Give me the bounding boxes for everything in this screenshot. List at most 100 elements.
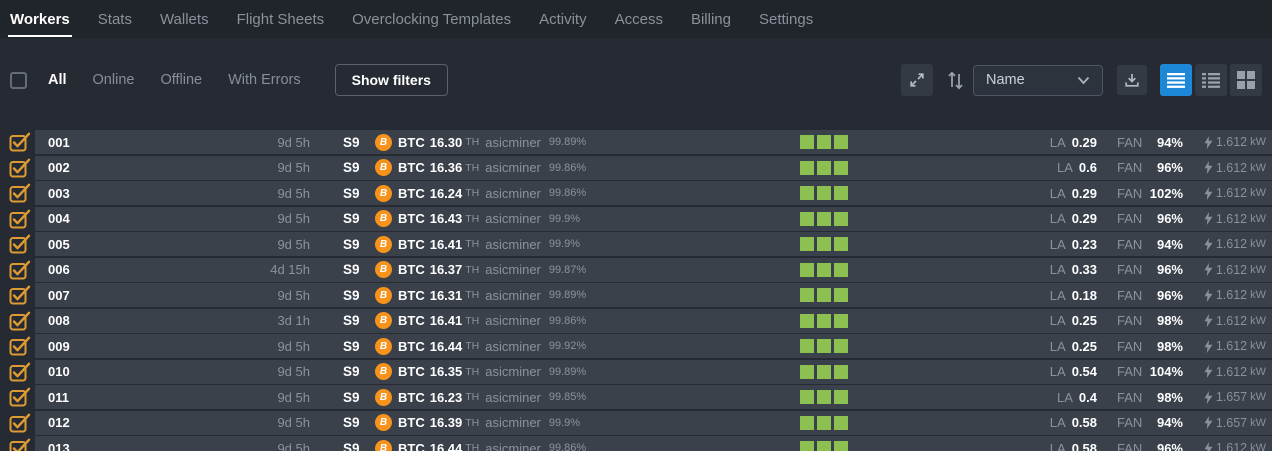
table-row[interactable]: 005 9d 5h S9 B BTC 16.41 TH asicminer 99… xyxy=(0,232,1272,256)
load-average-cell: LA0.25 xyxy=(1050,313,1097,328)
worker-row-main[interactable]: 003 9d 5h S9 B BTC 16.24 TH asicminer 99… xyxy=(35,181,1272,205)
btc-coin-icon: B xyxy=(375,414,392,431)
sort-by-dropdown[interactable]: Name xyxy=(973,65,1103,96)
table-row[interactable]: 011 9d 5h S9 B BTC 16.23 TH asicminer 99… xyxy=(0,385,1272,409)
lightning-icon xyxy=(1204,365,1216,378)
nav-item-billing[interactable]: Billing xyxy=(691,0,731,38)
status-square-green xyxy=(800,390,814,404)
view-grid-button[interactable] xyxy=(1230,64,1262,96)
filter-tab-online[interactable]: Online xyxy=(93,72,135,88)
view-list-button[interactable] xyxy=(1160,64,1192,96)
filter-tab-with-errors[interactable]: With Errors xyxy=(228,72,301,88)
fan-cell: FAN98% xyxy=(1117,313,1183,328)
table-row[interactable]: 007 9d 5h S9 B BTC 16.31 TH asicminer 99… xyxy=(0,283,1272,307)
load-average-cell: LA0.18 xyxy=(1050,288,1097,303)
table-row[interactable]: 006 4d 15h S9 B BTC 16.37 TH asicminer 9… xyxy=(0,258,1272,282)
la-value: 0.33 xyxy=(1072,262,1097,277)
worker-uptime: 4d 15h xyxy=(148,262,310,277)
la-label: LA xyxy=(1050,313,1066,328)
load-average-cell: LA0.58 xyxy=(1050,441,1097,451)
worker-row-main[interactable]: 006 4d 15h S9 B BTC 16.37 TH asicminer 9… xyxy=(35,258,1272,282)
nav-item-workers[interactable]: Workers xyxy=(10,0,70,38)
worker-row-main[interactable]: 004 9d 5h S9 B BTC 16.43 TH asicminer 99… xyxy=(35,207,1272,231)
hashrate-unit: TH xyxy=(465,162,479,174)
lightning-icon xyxy=(1204,161,1216,174)
nav-item-settings[interactable]: Settings xyxy=(759,0,813,38)
nav-item-flight-sheets[interactable]: Flight Sheets xyxy=(237,0,325,38)
hashrate-unit: TH xyxy=(465,391,479,403)
status-square-green xyxy=(817,288,831,302)
grid-view-icon xyxy=(1237,71,1255,89)
checked-checkbox-icon xyxy=(9,413,31,433)
filter-tab-all[interactable]: All xyxy=(48,72,67,88)
table-row[interactable]: 008 3d 1h S9 B BTC 16.41 TH asicminer 99… xyxy=(0,309,1272,333)
status-square-green xyxy=(817,237,831,251)
show-filters-button[interactable]: Show filters xyxy=(335,64,448,96)
view-table-button[interactable] xyxy=(1195,64,1227,96)
table-row[interactable]: 002 9d 5h S9 B BTC 16.36 TH asicminer 99… xyxy=(0,156,1272,180)
accepted-shares-percent: 99.9% xyxy=(549,213,580,225)
expand-button[interactable] xyxy=(901,64,933,96)
status-square-green xyxy=(800,263,814,277)
expand-icon xyxy=(909,72,925,88)
worker-row-main[interactable]: 009 9d 5h S9 B BTC 16.44 TH asicminer 99… xyxy=(35,334,1272,358)
row-checkbox[interactable] xyxy=(0,309,35,333)
la-label: LA xyxy=(1050,415,1066,430)
power-cell: 1.612 kW xyxy=(1204,161,1266,175)
table-row[interactable]: 013 9d 5h S9 B BTC 16.44 TH asicminer 99… xyxy=(0,436,1272,451)
row-checkbox[interactable] xyxy=(0,360,35,384)
power-unit: kW xyxy=(1250,187,1266,199)
table-row[interactable]: 010 9d 5h S9 B BTC 16.35 TH asicminer 99… xyxy=(0,360,1272,384)
download-button[interactable] xyxy=(1117,65,1147,95)
row-checkbox[interactable] xyxy=(0,258,35,282)
row-checkbox[interactable] xyxy=(0,181,35,205)
table-row[interactable]: 001 9d 5h S9 B BTC 16.30 TH asicminer 99… xyxy=(0,130,1272,154)
worker-row-main[interactable]: 002 9d 5h S9 B BTC 16.36 TH asicminer 99… xyxy=(35,156,1272,180)
worker-name: 004 xyxy=(48,211,148,226)
worker-row-main[interactable]: 005 9d 5h S9 B BTC 16.41 TH asicminer 99… xyxy=(35,232,1272,256)
worker-uptime: 9d 5h xyxy=(148,237,310,252)
status-square-green xyxy=(800,212,814,226)
row-checkbox[interactable] xyxy=(0,385,35,409)
nav-item-access[interactable]: Access xyxy=(615,0,663,38)
row-checkbox[interactable] xyxy=(0,334,35,358)
worker-uptime: 9d 5h xyxy=(148,415,310,430)
status-square-green xyxy=(834,186,848,200)
nav-item-stats[interactable]: Stats xyxy=(98,0,132,38)
row-checkbox[interactable] xyxy=(0,130,35,154)
worker-row-main[interactable]: 010 9d 5h S9 B BTC 16.35 TH asicminer 99… xyxy=(35,360,1272,384)
row-checkbox[interactable] xyxy=(0,436,35,451)
table-row[interactable]: 009 9d 5h S9 B BTC 16.44 TH asicminer 99… xyxy=(0,334,1272,358)
row-checkbox[interactable] xyxy=(0,207,35,231)
nav-item-wallets[interactable]: Wallets xyxy=(160,0,209,38)
nav-item-overclocking-templates[interactable]: Overclocking Templates xyxy=(352,0,511,38)
fan-label: FAN xyxy=(1117,313,1142,328)
worker-row-main[interactable]: 007 9d 5h S9 B BTC 16.31 TH asicminer 99… xyxy=(35,283,1272,307)
la-label: LA xyxy=(1050,186,1066,201)
row-checkbox[interactable] xyxy=(0,283,35,307)
table-row[interactable]: 004 9d 5h S9 B BTC 16.43 TH asicminer 99… xyxy=(0,207,1272,231)
filter-tab-offline[interactable]: Offline xyxy=(160,72,202,88)
power-cell: 1.612 kW xyxy=(1204,339,1266,353)
worker-row-main[interactable]: 012 9d 5h S9 B BTC 16.39 TH asicminer 99… xyxy=(35,411,1272,435)
table-row[interactable]: 003 9d 5h S9 B BTC 16.24 TH asicminer 99… xyxy=(0,181,1272,205)
worker-row-main[interactable]: 011 9d 5h S9 B BTC 16.23 TH asicminer 99… xyxy=(35,385,1272,409)
la-value: 0.29 xyxy=(1072,211,1097,226)
row-checkbox[interactable] xyxy=(0,156,35,180)
row-checkbox[interactable] xyxy=(0,232,35,256)
nav-item-activity[interactable]: Activity xyxy=(539,0,587,38)
power-value: 1.657 xyxy=(1216,390,1247,404)
power-cell: 1.612 kW xyxy=(1204,288,1266,302)
worker-row-main[interactable]: 001 9d 5h S9 B BTC 16.30 TH asicminer 99… xyxy=(35,130,1272,154)
power-value: 1.612 xyxy=(1216,161,1247,175)
la-value: 0.25 xyxy=(1072,339,1097,354)
row-checkbox[interactable] xyxy=(0,411,35,435)
fan-label: FAN xyxy=(1117,288,1142,303)
worker-row-main[interactable]: 013 9d 5h S9 B BTC 16.44 TH asicminer 99… xyxy=(35,436,1272,451)
sort-direction-button[interactable] xyxy=(947,69,965,91)
status-square-green xyxy=(834,339,848,353)
table-row[interactable]: 012 9d 5h S9 B BTC 16.39 TH asicminer 99… xyxy=(0,411,1272,435)
worker-name: 002 xyxy=(48,160,148,175)
worker-row-main[interactable]: 008 3d 1h S9 B BTC 16.41 TH asicminer 99… xyxy=(35,309,1272,333)
select-all-checkbox[interactable] xyxy=(10,72,27,89)
